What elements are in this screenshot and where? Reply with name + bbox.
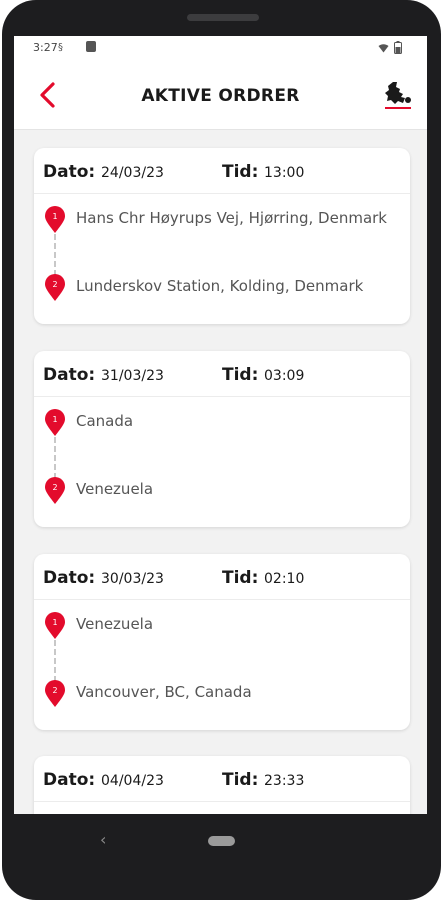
date-label: Dato: — [43, 162, 96, 182]
time-label: Tid: — [222, 162, 259, 182]
pin-number: 2 — [52, 686, 57, 695]
pin-number: 1 — [52, 618, 57, 627]
logo-icon[interactable] — [381, 78, 415, 112]
order-time: 03:09 — [264, 368, 305, 384]
route-connector — [54, 437, 56, 479]
order-date: 31/03/23 — [101, 368, 164, 384]
date-label: Dato: — [43, 365, 96, 385]
order-card-header: Dato: 31/03/23 Tid: 03:09 — [34, 351, 410, 397]
order-card[interactable]: Dato: 04/04/23 Tid: 23:33 — [34, 756, 410, 814]
speaker-grille — [187, 14, 259, 21]
dropoff-address: Lunderskov Station, Kolding, Denmark — [76, 277, 364, 295]
order-date: 04/04/23 — [101, 773, 164, 789]
pin-number: 2 — [52, 483, 57, 492]
order-card[interactable]: Dato: 31/03/23 Tid: 03:09 1 Canada 2 Ven… — [34, 351, 410, 527]
device-frame: 3:27 § AKTIVE ORDRER Dato: 24/03/23 Tid:… — [0, 0, 443, 900]
location-pin-icon: 2 — [45, 477, 65, 504]
app-bar: AKTIVE ORDRER — [14, 60, 427, 130]
location-pin-icon: 1 — [45, 612, 65, 639]
status-bar: 3:27 § — [14, 36, 427, 60]
nav-home-button[interactable] — [208, 836, 235, 846]
location-pin-icon: 2 — [45, 274, 65, 301]
location-pin-icon: 1 — [45, 409, 65, 436]
time-label: Tid: — [222, 568, 259, 588]
route-connector — [54, 234, 56, 276]
location-pin-icon: 1 — [45, 206, 65, 233]
storage-icon — [86, 41, 96, 52]
pin-number: 2 — [52, 280, 57, 289]
time-label: Tid: — [222, 770, 259, 790]
order-time: 02:10 — [264, 571, 305, 587]
sync-icon: § — [58, 42, 63, 53]
pin-number: 1 — [52, 415, 57, 424]
system-nav-bar: ‹ — [14, 814, 427, 868]
route-connector — [54, 640, 56, 682]
location-pin-icon: 2 — [45, 680, 65, 707]
dropoff-address: Venezuela — [76, 480, 154, 498]
status-time: 3:27 — [33, 41, 58, 54]
pickup-address: Venezuela — [76, 615, 154, 633]
order-card-header: Dato: 04/04/23 Tid: 23:33 — [34, 756, 410, 802]
screen: 3:27 § AKTIVE ORDRER Dato: 24/03/23 Tid:… — [14, 36, 427, 814]
battery-icon — [394, 41, 402, 54]
dropoff-address: Vancouver, BC, Canada — [76, 683, 252, 701]
page-title: AKTIVE ORDRER — [141, 86, 300, 106]
pickup-address: Hans Chr Høyrups Vej, Hjørring, Denmark — [76, 209, 387, 227]
wifi-icon — [378, 44, 389, 53]
order-card[interactable]: Dato: 30/03/23 Tid: 02:10 1 Venezuela 2 — [34, 554, 410, 730]
orders-list[interactable]: Dato: 24/03/23 Tid: 13:00 1 Hans Chr Høy… — [14, 130, 427, 814]
order-time: 13:00 — [264, 165, 305, 181]
order-date: 24/03/23 — [101, 165, 164, 181]
order-time: 23:33 — [264, 773, 305, 789]
date-label: Dato: — [43, 770, 96, 790]
order-date: 30/03/23 — [101, 571, 164, 587]
order-card-header: Dato: 30/03/23 Tid: 02:10 — [34, 554, 410, 600]
pin-number: 1 — [52, 212, 57, 221]
order-card[interactable]: Dato: 24/03/23 Tid: 13:00 1 Hans Chr Høy… — [34, 148, 410, 324]
date-label: Dato: — [43, 568, 96, 588]
time-label: Tid: — [222, 365, 259, 385]
pickup-address: Canada — [76, 412, 134, 430]
order-card-header: Dato: 24/03/23 Tid: 13:00 — [34, 148, 410, 194]
nav-back-button[interactable]: ‹ — [100, 830, 106, 849]
